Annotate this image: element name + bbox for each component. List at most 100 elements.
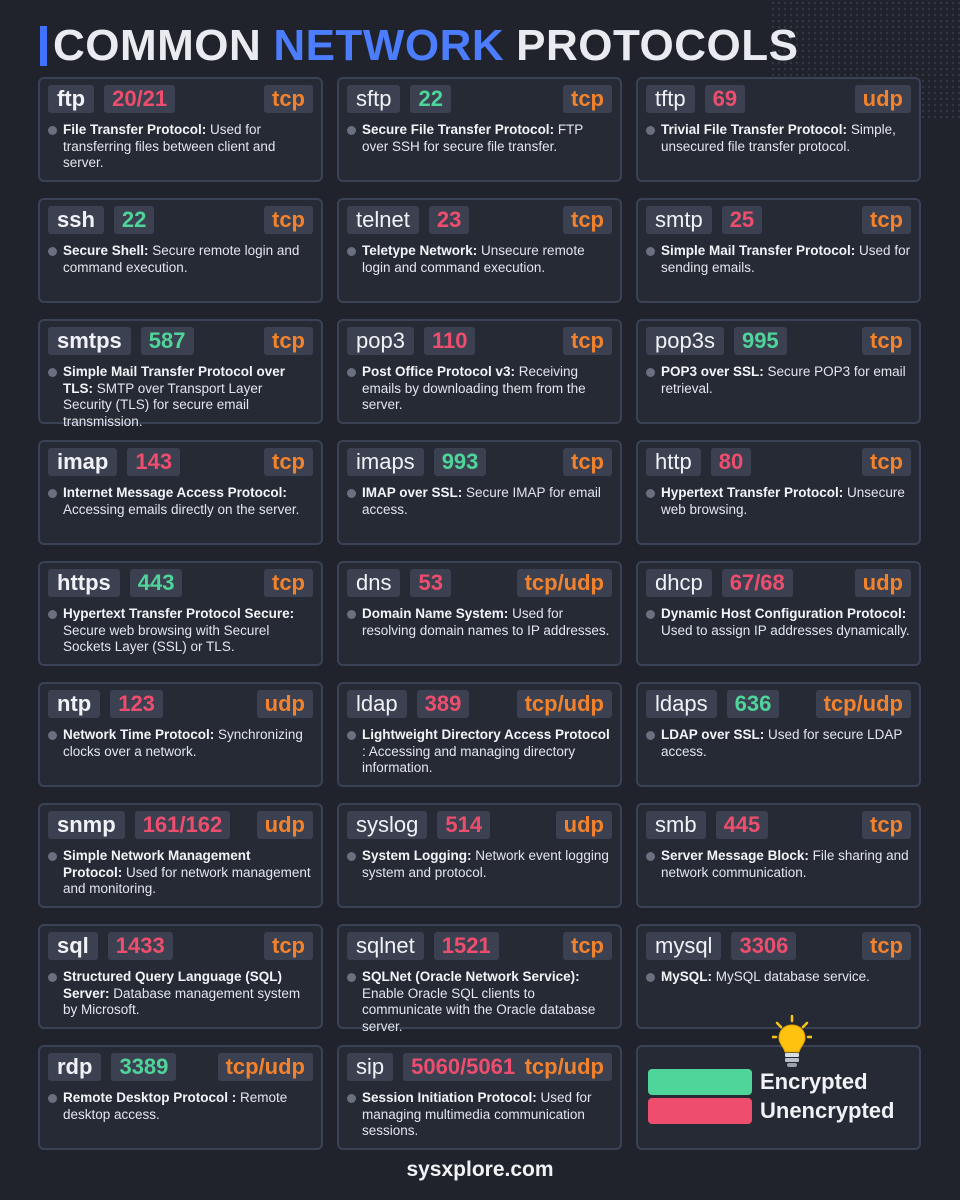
protocol-desc-text: : Accessing and managing directory infor… — [362, 743, 576, 776]
protocol-header: ldap 389 tcp/udp — [347, 690, 612, 718]
protocol-card-dhcp: dhcp 67/68 udp Dynamic Host Configuration P… — [636, 561, 921, 666]
bullet-icon — [347, 1094, 356, 1103]
protocol-description: LDAP over SSL: Used for secure LDAP acce… — [646, 727, 911, 760]
port-badge: 636 — [726, 690, 780, 718]
protocol-header: pop3 110 tcp — [347, 327, 612, 355]
protocol-description: Internet Message Access Protocol: Access… — [48, 485, 313, 518]
title-part-protocols: PROTOCOLS — [516, 21, 799, 70]
transport-badge: udp — [256, 811, 313, 839]
port-badge: 69 — [704, 85, 746, 113]
protocol-term: IMAP over SSL: — [362, 485, 463, 500]
transport-badge: tcp — [264, 85, 313, 113]
protocol-header: mysql 3306 tcp — [646, 932, 911, 960]
legend-unencrypted: Unencrypted — [648, 1098, 894, 1124]
bullet-icon — [347, 126, 356, 135]
lightbulb-icon — [772, 1015, 812, 1067]
protocol-name: sqlnet — [347, 932, 424, 960]
protocol-name: ntp — [48, 690, 101, 718]
protocol-desc-text: Secure web browsing with Securel Sockets… — [63, 622, 270, 655]
protocol-name: smb — [646, 811, 706, 839]
protocol-term: Secure File Transfer Protocol: — [362, 122, 555, 137]
protocol-name: https — [48, 569, 120, 597]
legend-encrypted: Encrypted — [648, 1069, 868, 1095]
protocol-card-http: http 80 tcp Hypertext Transfer Protocol: Un… — [636, 440, 921, 545]
protocol-description: Network Time Protocol: Synchronizing clo… — [48, 727, 313, 760]
title-part-common: COMMON — [53, 21, 262, 70]
protocol-desc-text: Accessing emails directly on the server. — [63, 501, 300, 517]
protocol-header: http 80 tcp — [646, 448, 911, 476]
protocol-term: Remote Desktop Protocol : — [63, 1090, 237, 1105]
protocol-term: System Logging: — [362, 848, 472, 863]
protocol-description: Secure Shell: Secure remote login and co… — [48, 243, 313, 276]
port-badge: 22 — [410, 85, 451, 113]
protocol-name: snmp — [48, 811, 125, 839]
bullet-icon — [646, 126, 655, 135]
bullet-icon — [48, 126, 57, 135]
port-badge: 67/68 — [721, 569, 793, 597]
encrypted-label: Encrypted — [760, 1069, 868, 1094]
protocol-header: pop3s 995 tcp — [646, 327, 911, 355]
port-badge: 123 — [110, 690, 163, 718]
unencrypted-label: Unencrypted — [760, 1098, 895, 1123]
protocol-description: File Transfer Protocol: Used for transfe… — [48, 122, 313, 172]
page-title: COMMON NETWORK PROTOCOLS — [40, 18, 799, 74]
protocol-name: sip — [347, 1053, 394, 1081]
protocol-header: ldaps 636 tcp/udp — [646, 690, 911, 718]
protocol-name: imaps — [347, 448, 424, 476]
transport-badge: udp — [854, 569, 911, 597]
protocol-card-ldaps: ldaps 636 tcp/udp LDAP over SSL: Used for s… — [636, 682, 921, 787]
protocol-description: MySQL: MySQL database service. — [646, 969, 911, 986]
bullet-icon — [646, 973, 655, 982]
protocol-term: MySQL: — [661, 969, 713, 984]
protocol-description: Server Message Block: File sharing and n… — [646, 848, 911, 881]
transport-badge: tcp — [264, 327, 313, 355]
port-badge: 5060/5061 — [403, 1053, 524, 1081]
transport-badge: tcp — [563, 932, 612, 960]
protocol-header: dhcp 67/68 udp — [646, 569, 911, 597]
protocol-name: pop3 — [347, 327, 414, 355]
port-badge: 3389 — [111, 1053, 177, 1081]
bullet-icon — [646, 610, 655, 619]
bullet-icon — [347, 368, 356, 377]
protocol-card-tftp: tftp 69 udp Trivial File Transfer Protocol:… — [636, 77, 921, 182]
protocol-card-sftp: sftp 22 tcp Secure File Transfer Protocol: … — [337, 77, 622, 182]
port-badge: 993 — [433, 448, 487, 476]
bullet-icon — [646, 247, 655, 256]
title-part-network: NETWORK — [273, 21, 505, 70]
transport-badge: tcp — [862, 932, 911, 960]
port-badge: 445 — [715, 811, 769, 839]
protocol-description: Simple Mail Transfer Protocol: Used for … — [646, 243, 911, 276]
footer-site: sysxplore.com — [406, 1158, 554, 1181]
protocol-term: Lightweight Directory Access Protocol — [362, 727, 610, 742]
protocol-description: Remote Desktop Protocol : Remote desktop… — [48, 1090, 313, 1123]
protocol-name: mysql — [646, 932, 722, 960]
transport-badge: udp — [854, 85, 911, 113]
port-badge: 995 — [733, 327, 787, 355]
port-badge: 23 — [428, 206, 470, 234]
protocol-header: dns 53 tcp/udp — [347, 569, 612, 597]
bullet-icon — [646, 489, 655, 498]
protocol-description: System Logging: Network event logging sy… — [347, 848, 612, 881]
protocol-description: IMAP over SSL: Secure IMAP for email acc… — [347, 485, 612, 518]
protocol-card-ftp: ftp 20/21 tcp File Transfer Protocol: Used … — [38, 77, 323, 182]
port-badge: 1433 — [107, 932, 173, 960]
protocol-term: Teletype Network: — [362, 243, 478, 258]
port-badge: 20/21 — [104, 85, 176, 113]
bullet-icon — [48, 610, 57, 619]
protocol-name: smtp — [646, 206, 712, 234]
protocol-card-pop3: pop3 110 tcp Post Office Protocol v3: Recei… — [337, 319, 622, 424]
transport-badge: tcp — [862, 206, 911, 234]
title-accent-bar — [40, 26, 47, 66]
protocol-header: sql 1433 tcp — [48, 932, 313, 960]
protocol-description: POP3 over SSL: Secure POP3 for email ret… — [646, 364, 911, 397]
protocol-card-imap: imap 143 tcp Internet Message Access Protoc… — [38, 440, 323, 545]
protocol-description: Simple Mail Transfer Protocol over TLS: … — [48, 364, 313, 430]
protocol-header: ssh 22 tcp — [48, 206, 313, 234]
bullet-icon — [48, 489, 57, 498]
protocol-card-sqlnet: sqlnet 1521 tcp SQLNet (Oracle Network Serv… — [337, 924, 622, 1034]
bullet-icon — [48, 368, 57, 377]
protocol-header: ftp 20/21 tcp — [48, 85, 313, 113]
port-badge: 161/162 — [134, 811, 231, 839]
protocol-card-syslog: syslog 514 udp System Logging: Network even… — [337, 803, 622, 908]
protocol-header: syslog 514 udp — [347, 811, 612, 839]
